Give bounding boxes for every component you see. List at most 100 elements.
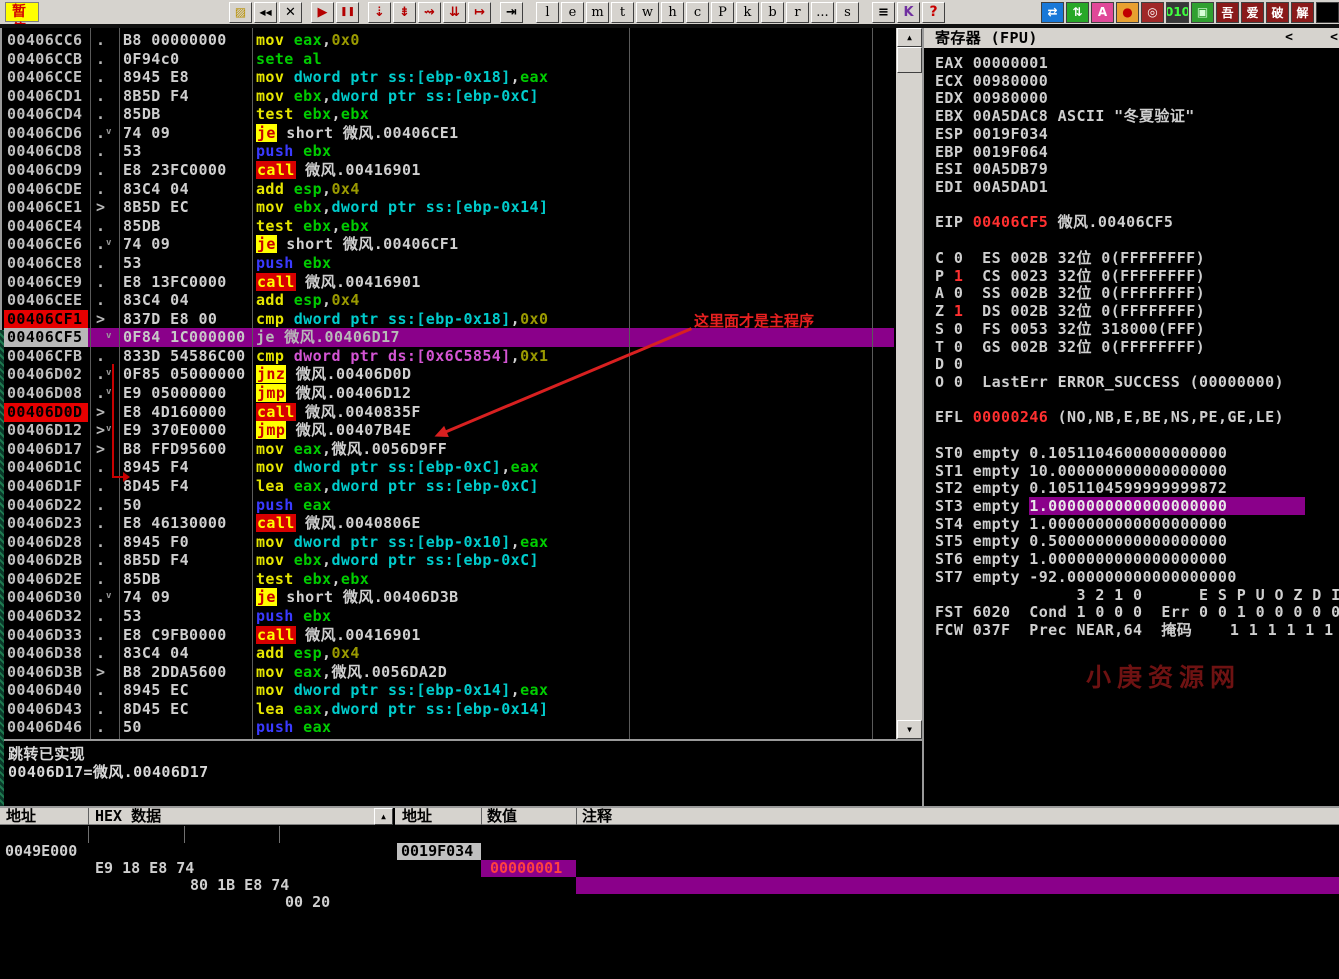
plugin-52pojie-po-button[interactable]: 破 (1266, 2, 1289, 23)
collapse-right-icon[interactable]: < (1324, 28, 1339, 48)
scrollbar-thumb[interactable] (897, 47, 922, 73)
dump-bytes-group[interactable]: E9 18 E8 74 (95, 860, 194, 877)
disasm-row[interactable]: 00406CE9.E8 13FC0000call 微风.00416901 (2, 273, 922, 292)
register-line[interactable]: EDI 00A5DAD1 (935, 178, 1048, 196)
instruction-cell[interactable]: mov dword ptr ss:[ebp-0x14],eax (256, 681, 628, 700)
hex-bytes-cell[interactable]: 53 (123, 607, 250, 626)
plugin-rings-icon[interactable]: ◎ (1141, 2, 1164, 23)
disasm-row[interactable]: 00406CE6.v74 09je short 微风.00406CF1 (2, 235, 922, 254)
scroll-down-icon[interactable]: ▼ (897, 720, 922, 739)
register-line[interactable]: FCW 037F Prec NEAR,64 掩码 1 1 1 1 1 1 (935, 621, 1334, 639)
close-program-button[interactable]: ✕ (279, 2, 302, 23)
instruction-cell[interactable]: jmp 微风.00406D12 (256, 384, 628, 403)
address-cell[interactable]: 00406CE6 (4, 235, 88, 254)
disasm-row[interactable]: 00406CE4.85DBtest ebx,ebx (2, 217, 922, 236)
disasm-row[interactable]: 00406D23.E8 46130000call 微风.0040806E (2, 514, 922, 533)
register-line[interactable]: S 0 FS 0053 32位 318000(FFF) (935, 320, 1205, 338)
hex-bytes-cell[interactable]: 83C4 04 (123, 644, 250, 663)
address-cell[interactable]: 00406D02 (4, 365, 88, 384)
instruction-cell[interactable]: push eax (256, 496, 628, 515)
panel-handles-button[interactable]: h (661, 2, 684, 23)
hex-bytes-cell[interactable]: 8945 EC (123, 681, 250, 700)
instruction-cell[interactable]: lea eax,dword ptr ss:[ebp-0xC] (256, 477, 628, 496)
step-over-button[interactable]: ⇟ (393, 2, 416, 23)
instruction-cell[interactable]: sete al (256, 50, 628, 69)
column-divider[interactable] (629, 28, 630, 739)
column-divider[interactable] (119, 28, 120, 739)
hex-bytes-cell[interactable]: E8 23FC0000 (123, 161, 250, 180)
address-cell[interactable]: 00406CE4 (4, 217, 88, 236)
animate-into-button[interactable]: ⇝ (418, 2, 441, 23)
register-line[interactable]: ESI 00A5DB79 (935, 160, 1048, 178)
disasm-row[interactable]: 00406D43.8D45 EClea eax,dword ptr ss:[eb… (2, 700, 922, 719)
instruction-cell[interactable]: mov ebx,dword ptr ss:[ebp-0xC] (256, 551, 628, 570)
address-cell[interactable]: 00406D43 (4, 700, 88, 719)
panel-breakpoints-button[interactable]: b (761, 2, 784, 23)
address-cell[interactable]: 00406CCB (4, 50, 88, 69)
address-cell[interactable]: 00406CE1 (4, 198, 88, 217)
register-line[interactable]: ST0 empty 0.1051104600000000000 (935, 444, 1227, 462)
panel-cpu-button[interactable]: c (686, 2, 709, 23)
scroll-up-icon[interactable]: ▲ (897, 28, 922, 47)
disasm-row[interactable]: 00406D30.v74 09je short 微风.00406D3B (2, 588, 922, 607)
disasm-row[interactable]: 00406D32.53push ebx (2, 607, 922, 626)
plugin-52pojie-ai-button[interactable]: 爱 (1241, 2, 1264, 23)
column-divider[interactable] (252, 28, 253, 739)
stack-value-cell[interactable]: 00000001 (481, 860, 576, 877)
hex-bytes-cell[interactable]: 83C4 04 (123, 180, 250, 199)
plugin-window-icon[interactable]: ▣ (1191, 2, 1214, 23)
register-line[interactable]: O 0 LastErr ERROR_SUCCESS (00000000) (935, 373, 1284, 391)
stack-row[interactable]: 0019F034 00000001 (395, 826, 1339, 843)
disasm-row[interactable]: 00406CC6.B8 00000000mov eax,0x0 (2, 31, 922, 50)
address-cell[interactable]: 00406CCE (4, 68, 88, 87)
disasm-row[interactable]: 00406D2B.8B5D F4mov ebx,dword ptr ss:[eb… (2, 551, 922, 570)
address-cell[interactable]: 00406D46 (4, 718, 88, 737)
plugin-swap-icon[interactable]: ⇄ (1041, 2, 1064, 23)
disasm-row[interactable]: 00406D08.vE9 05000000jmp 微风.00406D12 (2, 384, 922, 403)
hex-bytes-cell[interactable]: 0F94c0 (123, 50, 250, 69)
instruction-cell[interactable]: push ebx (256, 142, 628, 161)
plugin-dot-icon[interactable]: ● (1116, 2, 1139, 23)
plugin-52pojie-jie-button[interactable]: 解 (1291, 2, 1314, 23)
panel-source-button[interactable]: s (836, 2, 859, 23)
address-cell[interactable]: 00406D28 (4, 533, 88, 552)
run-button[interactable]: ▶ (311, 2, 334, 23)
disasm-row[interactable]: 00406D33.E8 C9FB0000call 微风.00416901 (2, 626, 922, 645)
panel-executables-button[interactable]: e (561, 2, 584, 23)
instruction-cell[interactable]: push ebx (256, 254, 628, 273)
disasm-row[interactable]: 00406CFB.833D 54586C00 01cmp dword ptr d… (2, 347, 922, 366)
register-line[interactable]: EAX 00000001 (935, 54, 1048, 72)
register-line[interactable]: P 1 CS 0023 32位 0(FFFFFFFF) (935, 267, 1205, 285)
instruction-cell[interactable]: test ebx,ebx (256, 105, 628, 124)
open-file-button[interactable]: ▨ (229, 2, 252, 23)
register-line[interactable]: ST1 empty 10.000000000000000000 (935, 462, 1227, 480)
instruction-cell[interactable]: mov dword ptr ss:[ebp-0x10],eax (256, 533, 628, 552)
instruction-cell[interactable]: cmp dword ptr ds:[0x6C5854],0x1 (256, 347, 628, 366)
register-line[interactable]: ECX 00980000 (935, 72, 1048, 90)
instruction-cell[interactable]: cmp dword ptr ss:[ebp-0x18],0x0 (256, 310, 628, 329)
register-line[interactable]: EIP 00406CF5 微风.00406CF5 (935, 213, 1173, 231)
instruction-cell[interactable]: je short 微风.00406CF1 (256, 235, 628, 254)
collapse-left-icon[interactable]: < (1279, 28, 1299, 48)
hex-bytes-cell[interactable]: 8945 E8 (123, 68, 250, 87)
stack-comment-cell[interactable] (576, 877, 1339, 894)
instruction-cell[interactable]: push ebx (256, 607, 628, 626)
hex-bytes-cell[interactable]: 53 (123, 254, 250, 273)
panel-patches-button[interactable]: P (711, 2, 734, 23)
register-line[interactable]: ST4 empty 1.0000000000000000000 (935, 515, 1227, 533)
address-cell[interactable]: 00406D30 (4, 588, 88, 607)
register-line[interactable]: EBX 00A5DAC8 ASCII "冬夏验证" (935, 107, 1195, 125)
black-square[interactable] (1316, 2, 1339, 23)
address-cell[interactable]: 00406CE8 (4, 254, 88, 273)
address-cell[interactable]: 00406D40 (4, 681, 88, 700)
view-list-button[interactable]: ≡ (872, 2, 895, 23)
disasm-row[interactable]: 00406D22.50push eax (2, 496, 922, 515)
hex-bytes-cell[interactable]: 83C4 04 (123, 291, 250, 310)
address-cell[interactable]: 00406D38 (4, 644, 88, 663)
register-line[interactable]: ST2 empty 0.1051104599999999872 (935, 479, 1227, 497)
disasm-row[interactable]: 00406D46.50push eax (2, 718, 922, 737)
disasm-row[interactable]: 00406CD6.v74 09je short 微风.00406CE1 (2, 124, 922, 143)
disasm-row[interactable]: 00406D02.v0F85 05000000jnz 微风.00406D0D (2, 365, 922, 384)
hex-bytes-cell[interactable]: E9 05000000 (123, 384, 250, 403)
address-cell[interactable]: 00406CD6 (4, 124, 88, 143)
